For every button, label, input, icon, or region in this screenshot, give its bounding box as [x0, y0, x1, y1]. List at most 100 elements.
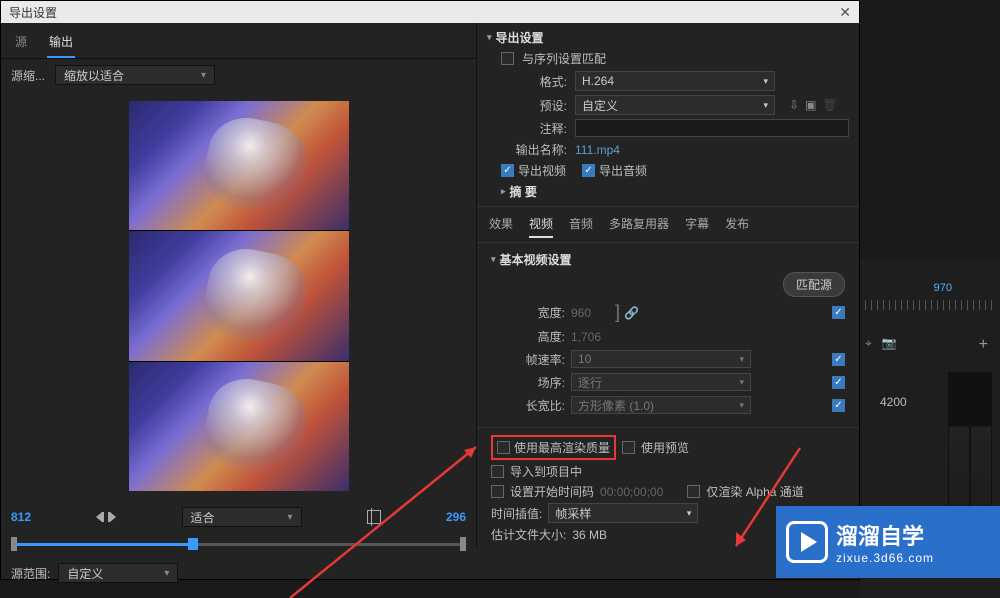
aspect-label: 长宽比:: [491, 397, 571, 414]
bg-scale-value: 4200: [880, 395, 907, 409]
source-range-label: 源范围:: [11, 565, 50, 582]
comment-input[interactable]: [575, 119, 849, 137]
export-settings-heading[interactable]: ▾ 导出设置: [487, 29, 849, 46]
subtab-captions[interactable]: 字幕: [685, 211, 709, 238]
subtab-publish[interactable]: 发布: [725, 211, 749, 238]
export-video-label: 导出视频: [518, 162, 566, 179]
settings-subtabs: 效果 视频 音频 多路复用器 字幕 发布: [477, 206, 859, 243]
add-track-icon[interactable]: +: [979, 336, 988, 354]
comment-label: 注释:: [487, 120, 567, 137]
export-audio-label: 导出音频: [599, 162, 647, 179]
source-scale-value: 缩放以适合: [64, 67, 124, 84]
max-quality-label: 使用最高渲染质量: [514, 439, 610, 456]
next-frame-icon[interactable]: [110, 512, 116, 522]
settings-panel: ▾ 导出设置 与序列设置匹配 格式: H.264 ▾ 预设:: [477, 23, 859, 549]
field-value: 逐行: [578, 374, 602, 391]
preview-thumb: [129, 231, 349, 360]
tab-source[interactable]: 源: [13, 29, 29, 58]
frame-total: 296: [446, 510, 466, 524]
start-tc-value[interactable]: 00:00;00;00: [600, 485, 663, 499]
source-scale-label: 源缩...: [11, 67, 45, 84]
section-title: 导出设置: [496, 29, 544, 46]
est-size-value: 36 MB: [572, 528, 607, 542]
dialog-title: 导出设置: [9, 4, 57, 21]
summary-heading[interactable]: ▸ 摘 要: [501, 183, 849, 200]
width-match-checkbox[interactable]: [832, 306, 845, 319]
height-value[interactable]: 1,706: [571, 330, 611, 344]
prev-frame-icon[interactable]: [96, 512, 102, 522]
source-scale-select[interactable]: 缩放以适合 ▾: [55, 65, 215, 85]
chevron-down-icon: ▾: [687, 508, 692, 519]
source-range-select[interactable]: 自定义 ▾: [58, 563, 178, 583]
export-audio-checkbox[interactable]: [582, 164, 595, 177]
preview-panel: 源 输出 源缩... 缩放以适合 ▾ 812: [1, 23, 477, 549]
highlight-box: 使用最高渲染质量: [491, 435, 616, 460]
width-label: 宽度:: [491, 304, 571, 321]
time-interp-value: 帧采样: [555, 505, 591, 522]
delete-preset-icon[interactable]: 🗑: [822, 98, 837, 112]
import-project-label: 导入到项目中: [510, 463, 582, 480]
aspect-value: 方形像素 (1.0): [578, 397, 654, 414]
preset-label: 预设:: [487, 97, 567, 114]
field-match-checkbox[interactable]: [832, 376, 845, 389]
playhead-handle[interactable]: [188, 538, 198, 550]
marker-icon[interactable]: 📷: [882, 336, 897, 351]
zoom-select[interactable]: 适合 ▾: [182, 507, 302, 527]
summary-label: 摘 要: [510, 183, 537, 200]
import-preset-icon[interactable]: ▣: [805, 98, 816, 112]
close-icon[interactable]: ✕: [839, 4, 851, 21]
preview-thumb: [129, 362, 349, 491]
time-interp-label: 时间插值:: [491, 505, 542, 522]
snap-icon[interactable]: ⌖: [865, 336, 872, 351]
start-tc-checkbox[interactable]: [491, 485, 504, 498]
fps-select[interactable]: 10 ▾: [571, 350, 751, 368]
import-project-checkbox[interactable]: [491, 465, 504, 478]
est-size-label: 估计文件大小:: [491, 526, 566, 543]
chevron-down-icon: ▾: [491, 254, 496, 265]
match-sequence-checkbox[interactable]: [501, 52, 514, 65]
tab-output[interactable]: 输出: [47, 29, 75, 58]
output-name-link[interactable]: 111.mp4: [575, 143, 620, 157]
crop-icon[interactable]: [367, 510, 381, 524]
out-point-handle[interactable]: [460, 537, 466, 551]
width-value[interactable]: 960: [571, 306, 611, 320]
export-video-checkbox[interactable]: [501, 164, 514, 177]
use-preview-label: 使用预览: [641, 439, 689, 456]
aspect-match-checkbox[interactable]: [832, 399, 845, 412]
field-select[interactable]: 逐行 ▾: [571, 373, 751, 391]
render-alpha-label: 仅渲染 Alpha 通道: [706, 483, 803, 500]
time-interp-select[interactable]: 帧采样 ▾: [548, 503, 698, 523]
max-quality-checkbox[interactable]: [497, 441, 510, 454]
preview-stack: [129, 101, 349, 491]
fps-value: 10: [578, 352, 591, 366]
subtab-video[interactable]: 视频: [529, 211, 553, 238]
watermark: 溜溜自学 zixue.3d66.com: [776, 506, 1000, 578]
titlebar: 导出设置 ✕: [1, 1, 859, 23]
preview-timeline[interactable]: [11, 533, 466, 555]
match-source-button[interactable]: 匹配源: [783, 272, 845, 297]
in-point-handle[interactable]: [11, 537, 17, 551]
format-select[interactable]: H.264 ▾: [575, 71, 775, 91]
watermark-logo-icon: [786, 521, 828, 563]
fps-match-checkbox[interactable]: [832, 353, 845, 366]
export-settings-dialog: 导出设置 ✕ 源 输出 源缩... 缩放以适合 ▾: [0, 0, 860, 580]
format-label: 格式:: [487, 73, 567, 90]
use-preview-checkbox[interactable]: [622, 441, 635, 454]
chevron-right-icon: ▸: [501, 186, 506, 197]
subtab-audio[interactable]: 音频: [569, 211, 593, 238]
frame-current[interactable]: 812: [11, 510, 31, 524]
preview-area: [1, 91, 476, 501]
basic-video-heading[interactable]: ▾ 基本视频设置: [491, 251, 845, 268]
aspect-select[interactable]: 方形像素 (1.0) ▾: [571, 396, 751, 414]
chevron-down-icon: ▾: [287, 512, 292, 523]
dimension-link-bracket: ]: [611, 302, 624, 323]
chevron-down-icon: ▾: [739, 377, 744, 388]
save-preset-icon[interactable]: ⇩: [789, 98, 799, 112]
link-dimension-icon[interactable]: 🔗: [624, 306, 639, 320]
preset-select[interactable]: 自定义 ▾: [575, 95, 775, 115]
chevron-down-icon: ▾: [487, 32, 492, 43]
subtab-mux[interactable]: 多路复用器: [609, 211, 669, 238]
subtab-effects[interactable]: 效果: [489, 211, 513, 238]
fps-label: 帧速率:: [491, 351, 571, 368]
render-alpha-checkbox[interactable]: [687, 485, 700, 498]
